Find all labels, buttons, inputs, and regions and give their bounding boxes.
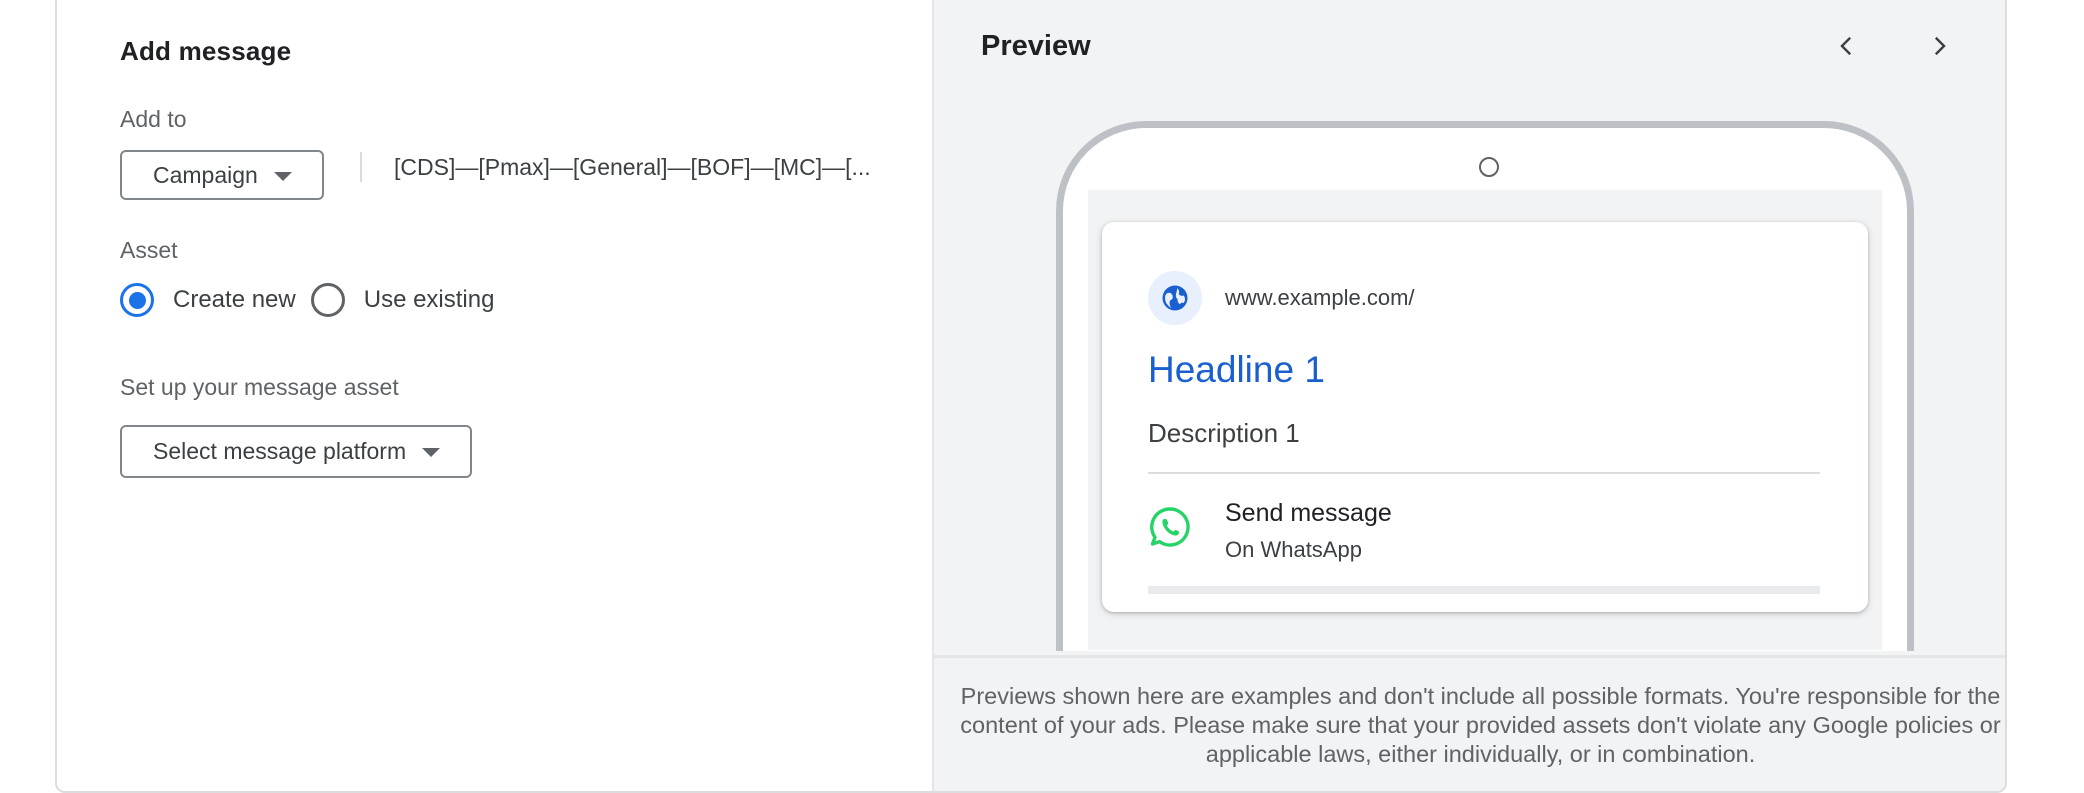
chevron-right-icon[interactable] <box>1921 28 1957 64</box>
add-to-label: Add to <box>120 106 187 132</box>
card-footer-bar <box>1148 586 1820 594</box>
chevron-left-icon[interactable] <box>1829 28 1865 64</box>
use-existing-radio[interactable] <box>310 283 345 317</box>
preview-panel: Preview www.example.com/ Headline 1 Desc… <box>934 0 2005 791</box>
asset-radio-group: Create new Use existing <box>120 283 509 317</box>
divider <box>1148 472 1820 474</box>
phone-screen: www.example.com/ Headline 1 Description … <box>1088 190 1882 650</box>
use-existing-label[interactable]: Use existing <box>364 286 495 314</box>
form-panel: Add message Add to Campaign [CDS]—[Pmax]… <box>57 0 934 791</box>
whatsapp-icon <box>1148 505 1192 549</box>
message-platform-dropdown[interactable]: Select message platform <box>120 425 473 478</box>
divider <box>360 152 362 182</box>
globe-icon <box>1148 271 1202 325</box>
add-to-dropdown[interactable]: Campaign <box>120 150 324 200</box>
ad-headline[interactable]: Headline 1 <box>1148 349 1325 391</box>
campaign-name: [CDS]—[Pmax]—[General]—[BOF]—[MC]—[... <box>394 154 871 180</box>
form-title: Add message <box>120 36 292 66</box>
create-new-label[interactable]: Create new <box>173 286 296 314</box>
add-to-dropdown-value: Campaign <box>153 161 258 188</box>
divider <box>934 655 2005 658</box>
create-new-radio[interactable] <box>120 283 154 317</box>
preview-title: Preview <box>981 30 1091 62</box>
send-message-subtitle: On WhatsApp <box>1225 537 1362 562</box>
ad-description: Description 1 <box>1148 418 1300 448</box>
camera-icon <box>1479 157 1499 177</box>
caret-down-icon <box>422 448 441 457</box>
setup-label: Set up your message asset <box>120 374 399 400</box>
send-message-action[interactable]: Send message <box>1225 499 1392 528</box>
phone-frame: www.example.com/ Headline 1 Description … <box>1056 121 1914 651</box>
asset-label: Asset <box>120 237 178 263</box>
ad-preview-card: www.example.com/ Headline 1 Description … <box>1102 222 1868 612</box>
message-platform-dropdown-value: Select message platform <box>153 438 407 464</box>
preview-disclaimer: Previews shown here are examples and don… <box>960 683 2001 767</box>
ad-url: www.example.com/ <box>1225 285 1415 310</box>
add-message-dialog: Add message Add to Campaign [CDS]—[Pmax]… <box>55 0 2007 793</box>
caret-down-icon <box>273 171 292 181</box>
